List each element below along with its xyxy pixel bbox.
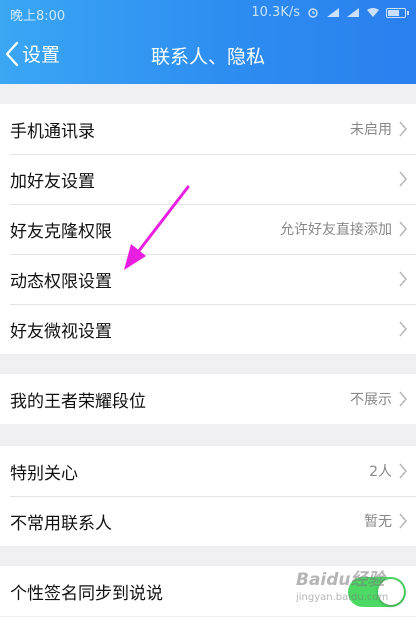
row-special-care[interactable]: 特别关心 2人 bbox=[0, 446, 416, 496]
row-label: 手机通讯录 bbox=[10, 121, 95, 142]
row-add-friend-settings[interactable]: 加好友设置 bbox=[0, 154, 416, 204]
chevron-right-icon bbox=[399, 271, 408, 287]
row-label: 加好友设置 bbox=[10, 171, 95, 192]
row-label: 我的王者荣耀段位 bbox=[10, 391, 146, 412]
network-speed: 10.3K/s bbox=[251, 5, 300, 20]
row-weishi-settings[interactable]: 好友微视设置 bbox=[0, 304, 416, 354]
wifi-icon bbox=[367, 8, 379, 17]
chevron-right-icon bbox=[399, 391, 408, 407]
battery-icon bbox=[386, 7, 409, 18]
chevron-right-icon bbox=[399, 463, 408, 479]
status-time: 晚上8:00 bbox=[10, 9, 66, 24]
watermark-url: jingyan.baidu.com bbox=[296, 592, 389, 603]
signal-icon bbox=[327, 8, 339, 17]
header-bar: 晚上8:00 10.3K/s 设置 联系人、隐私 bbox=[0, 0, 416, 84]
row-label: 好友微视设置 bbox=[10, 321, 112, 342]
status-bar: 晚上8:00 10.3K/s bbox=[0, 0, 416, 26]
navigation-bar: 设置 联系人、隐私 bbox=[0, 30, 416, 80]
signal-icon-2 bbox=[347, 8, 359, 17]
row-label: 不常用联系人 bbox=[10, 513, 112, 534]
row-friend-clone-permission[interactable]: 好友克隆权限 允许好友直接添加 bbox=[0, 204, 416, 254]
row-honor-of-kings-rank[interactable]: 我的王者荣耀段位 不展示 bbox=[0, 374, 416, 424]
section-special-contacts: 特别关心 2人 不常用联系人 暂无 bbox=[0, 446, 416, 546]
row-value: 2人 bbox=[369, 464, 392, 480]
watermark-logo: Baidu经验 bbox=[296, 570, 385, 590]
alarm-icon bbox=[308, 8, 318, 18]
chevron-right-icon bbox=[399, 513, 408, 529]
chevron-right-icon bbox=[399, 121, 408, 137]
row-label: 好友克隆权限 bbox=[10, 221, 112, 242]
chevron-right-icon bbox=[399, 321, 408, 337]
row-infrequent-contacts[interactable]: 不常用联系人 暂无 bbox=[0, 496, 416, 546]
row-moments-permission[interactable]: 动态权限设置 bbox=[0, 254, 416, 304]
watermark: Baidu经验 jingyan.baidu.com bbox=[296, 565, 388, 603]
row-label: 特别关心 bbox=[10, 463, 78, 484]
row-label: 个性签名同步到说说 bbox=[10, 583, 163, 604]
row-label: 动态权限设置 bbox=[10, 271, 112, 292]
row-phone-contacts[interactable]: 手机通讯录 未启用 bbox=[0, 104, 416, 154]
chevron-right-icon bbox=[399, 171, 408, 187]
row-value: 暂无 bbox=[364, 514, 392, 530]
section-contacts: 手机通讯录 未启用 加好友设置 好友克隆权限 允许好友直接添加 动态权限设置 好… bbox=[0, 104, 416, 354]
page-title: 联系人、隐私 bbox=[150, 46, 265, 68]
row-value: 未启用 bbox=[350, 122, 392, 138]
chevron-right-icon bbox=[399, 221, 408, 237]
row-value: 允许好友直接添加 bbox=[280, 222, 392, 238]
section-game-rank: 我的王者荣耀段位 不展示 bbox=[0, 374, 416, 424]
row-value: 不展示 bbox=[350, 392, 392, 408]
status-icons: 10.3K/s bbox=[251, 5, 409, 20]
